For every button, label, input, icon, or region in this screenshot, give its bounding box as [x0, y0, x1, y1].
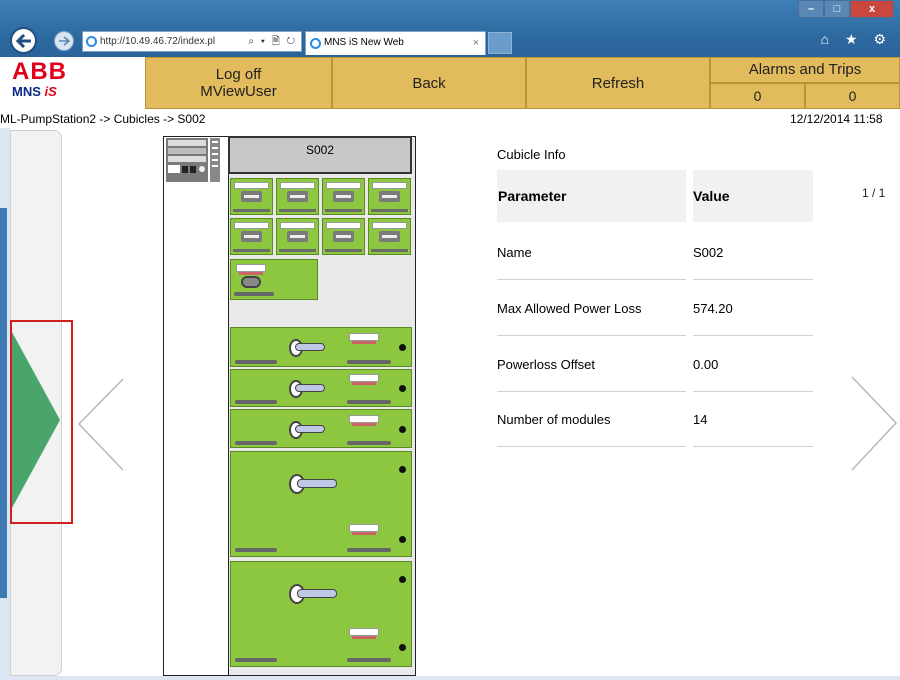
table-row-value: S002: [693, 226, 813, 280]
logo-brand: ABB: [12, 58, 67, 85]
table-row-parameter: Max Allowed Power Loss: [497, 282, 686, 336]
table-row-parameter: Powerloss Offset: [497, 338, 686, 392]
fuse-module[interactable]: [230, 178, 273, 215]
browser-back-button[interactable]: [10, 27, 37, 54]
previous-arrow-icon[interactable]: [77, 378, 125, 472]
drive-module[interactable]: [230, 369, 412, 407]
fuse-module[interactable]: [276, 178, 319, 215]
tab-title: MNS iS New Web: [324, 37, 404, 48]
browser-toolbar-icons[interactable]: ⌂ ★ ⚙: [821, 31, 892, 48]
drive-module-large[interactable]: [230, 561, 412, 667]
back-button[interactable]: Back: [332, 57, 526, 109]
drive-module-large[interactable]: [230, 451, 412, 557]
logo-product: MNS iS: [12, 85, 112, 99]
logoff-user: MViewUser: [200, 83, 277, 100]
address-bar[interactable]: http://10.49.46.72/index.pl ⌕ ▾ 🗎 ↻: [82, 31, 302, 52]
table-row-value: 0.00: [693, 338, 813, 392]
page-indicator: 1 / 1: [862, 186, 886, 200]
fuse-module[interactable]: [322, 218, 365, 255]
cubicle-info-heading: Cubicle Info: [497, 147, 566, 162]
bottom-frame-edge: [0, 676, 900, 680]
breadcrumb: ML-PumpStation2 -> Cubicles -> S002: [0, 112, 206, 126]
abb-logo: ABB MNS iS: [12, 59, 112, 107]
table-row-parameter: Name: [497, 226, 686, 280]
address-controls[interactable]: ⌕ ▾ 🗎 ↻: [248, 32, 297, 51]
datetime: 12/12/2014 11:58: [790, 112, 883, 126]
fuse-module-wide[interactable]: [230, 259, 318, 300]
app-header: ABB MNS iS Log off MViewUser Back Refres…: [0, 57, 900, 111]
table-row-parameter: Number of modules: [497, 393, 686, 447]
alarms-and-trips-panel[interactable]: Alarms and Trips 0 0: [710, 57, 900, 109]
logo-product-prefix: MNS: [12, 84, 45, 99]
logoff-label: Log off: [215, 66, 262, 83]
close-button[interactable]: x: [850, 0, 894, 18]
arrow-right-icon: [59, 36, 70, 46]
alarms-title: Alarms and Trips: [710, 57, 900, 83]
minimize-button[interactable]: –: [798, 0, 824, 18]
address-url: http://10.49.46.72/index.pl: [100, 36, 216, 47]
table-row-value: 14: [693, 393, 813, 447]
fuse-module[interactable]: [230, 218, 273, 255]
tab-close-icon[interactable]: ×: [473, 32, 479, 54]
refresh-button[interactable]: Refresh: [526, 57, 710, 109]
control-unit-icon: [166, 138, 220, 182]
fuse-module[interactable]: [368, 178, 411, 215]
table-row-value: 574.20: [693, 282, 813, 336]
trips-count[interactable]: 0: [805, 83, 900, 109]
logoff-button[interactable]: Log off MViewUser: [145, 57, 332, 109]
arrow-left-icon: [15, 33, 31, 48]
fuse-module[interactable]: [368, 218, 411, 255]
parameter-column-header: Parameter: [497, 170, 686, 222]
logo-product-suffix: iS: [44, 84, 57, 99]
window-controls: – □ x: [798, 0, 894, 18]
refresh-label: Refresh: [591, 74, 645, 92]
ie-icon: [86, 36, 97, 47]
browser-tab[interactable]: MNS iS New Web ×: [305, 31, 486, 55]
cubicle-title[interactable]: S002: [228, 136, 412, 174]
alarms-count[interactable]: 0: [710, 83, 805, 109]
browser-chrome: http://10.49.46.72/index.pl ⌕ ▾ 🗎 ↻ MNS …: [0, 0, 900, 57]
value-column-header: Value: [693, 170, 813, 222]
drive-module[interactable]: [230, 409, 412, 448]
fuse-module[interactable]: [322, 178, 365, 215]
browser-forward-button[interactable]: [54, 31, 74, 51]
fuse-module[interactable]: [276, 218, 319, 255]
back-label: Back: [412, 74, 446, 92]
maximize-button[interactable]: □: [824, 0, 850, 18]
next-arrow-icon[interactable]: [850, 376, 898, 472]
drive-module[interactable]: [230, 327, 412, 367]
new-tab-button[interactable]: [488, 32, 512, 54]
ie-icon: [310, 38, 321, 49]
left-frame-strip: [0, 128, 10, 676]
highlight-box: [10, 320, 73, 524]
